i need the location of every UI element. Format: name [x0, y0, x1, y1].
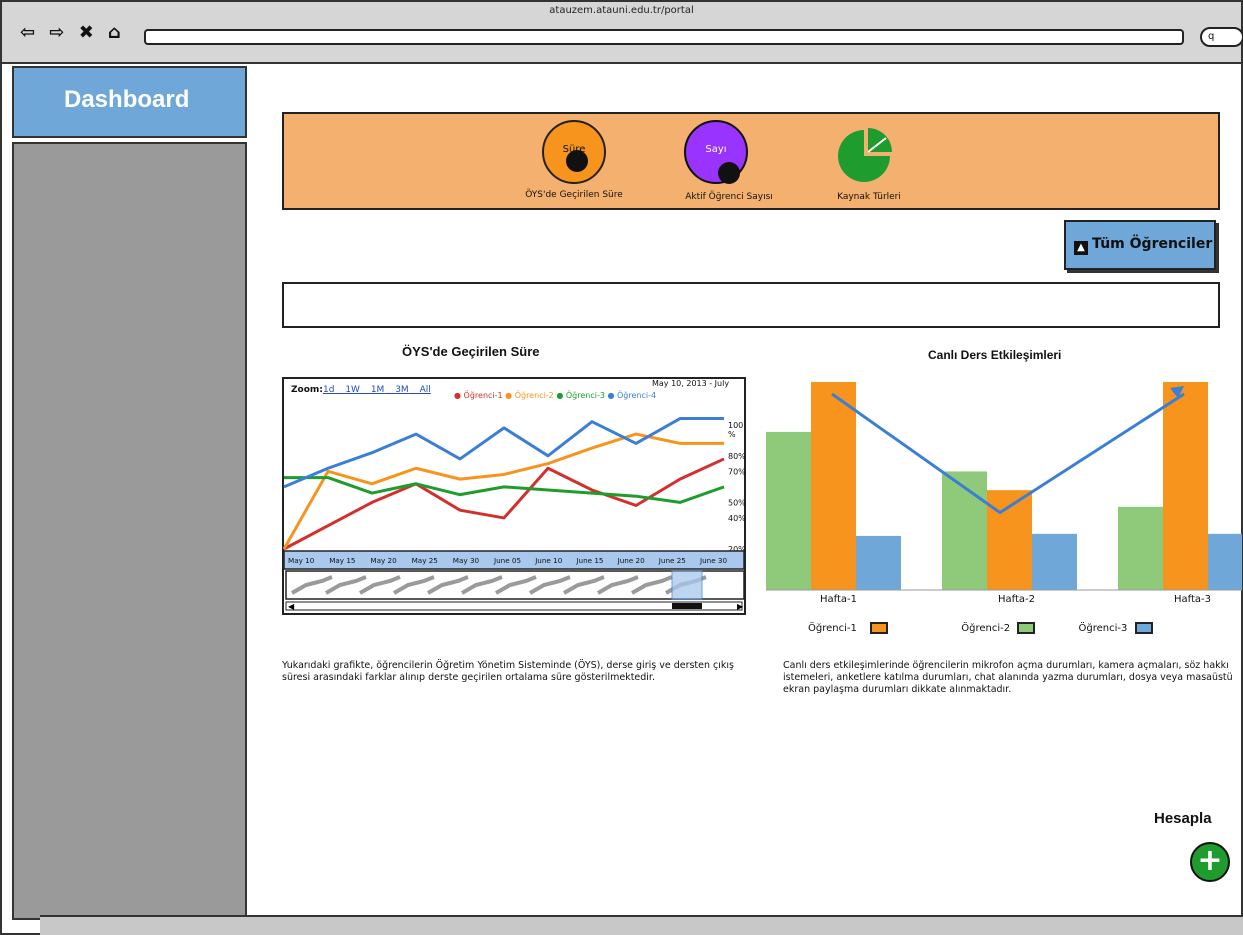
browser-nav-icons[interactable]: ⇦ ⇨ ✖ ⌂	[20, 22, 125, 43]
x-tick-label: May 10	[288, 556, 315, 565]
bar-chart[interactable]: Hafta-1 Hafta-2 Hafta-3	[764, 374, 1242, 606]
legend-dot-icon: ●	[556, 391, 564, 400]
legend-item: Öğrenci-3	[565, 391, 605, 400]
x-tick-label: Hafta-1	[820, 594, 857, 605]
metrics-panel: Süre ÖYS'de Geçirilen Süre Sayı Aktif Öğ…	[282, 112, 1220, 210]
date-range: May 10, 2013 - July	[652, 379, 730, 388]
metric-resource-types[interactable]: Kaynak Türleri	[814, 120, 924, 210]
bar	[766, 431, 811, 590]
legend-swatch	[1134, 622, 1153, 634]
gauge-icon: Sayı	[684, 120, 748, 184]
x-tick-label: Hafta-2	[998, 594, 1035, 605]
user-icon: ▲	[1074, 241, 1088, 255]
y-tick-label: 100	[728, 421, 743, 430]
x-tick-label: May 30	[453, 556, 480, 565]
legend-dot-icon: ●	[607, 391, 615, 400]
legend-item: Öğrenci-4	[617, 391, 657, 400]
x-tick-label: June 10	[534, 556, 563, 565]
x-tick-label: Hafta-3	[1174, 594, 1211, 605]
legend-item: Öğrenci-1	[463, 391, 503, 400]
left-chart-title: ÖYS'de Geçirilen Süre	[402, 344, 540, 359]
y-tick-label: 50%	[728, 498, 746, 507]
metric-active-students[interactable]: Sayı Aktif Öğrenci Sayısı	[664, 120, 794, 210]
sidebar-header: Dashboard	[12, 66, 247, 138]
x-tick-label: June 15	[575, 556, 603, 565]
gauge-icon: Süre	[542, 120, 606, 184]
left-chart-description: Yukarıdaki grafikte, öğrencilerin Öğreti…	[282, 660, 734, 683]
right-chart-description: Canlı ders etkileşimlerinde öğrencilerin…	[783, 660, 1233, 695]
zoom-3m[interactable]: 3M	[395, 385, 409, 395]
browser-chrome: atauzem.atauni.edu.tr/portal ⇦ ⇨ ✖ ⌂ q	[2, 2, 1243, 64]
legend-item: Öğrenci-3	[1078, 623, 1128, 634]
legend-item: Öğrenci-2	[514, 391, 554, 400]
zoom-all[interactable]: All	[420, 385, 431, 395]
line-chart[interactable]: 20%40%50%70%80%100% May 10 May 15 May 20 Ma…	[282, 377, 746, 615]
x-tick-label: June 20	[617, 556, 646, 565]
horizontal-scrollbar[interactable]	[40, 915, 1243, 935]
pie-chart-icon	[838, 128, 892, 182]
zoom-1d[interactable]: 1d	[323, 385, 334, 395]
x-tick-label: June 25	[658, 556, 686, 565]
bar	[1208, 533, 1242, 590]
sidebar	[12, 142, 247, 920]
x-tick-label: May 20	[370, 556, 397, 565]
bar	[1118, 506, 1163, 590]
bar	[856, 535, 901, 590]
legend-item: Öğrenci-2	[961, 623, 1011, 634]
bar	[811, 382, 856, 590]
svg-text:▶: ▶	[737, 602, 744, 611]
metric-label: ÖYS'de Geçirilen Süre	[525, 190, 623, 200]
x-tick-label: June 30	[699, 556, 728, 565]
x-tick-label: June 05	[493, 556, 521, 565]
y-tick-label: 80%	[728, 452, 746, 461]
legend-swatch	[870, 622, 889, 634]
x-tick-label: May 15	[329, 556, 355, 565]
y-tick-label: 70%	[728, 467, 746, 476]
zoom-1m[interactable]: 1M	[371, 385, 385, 395]
add-icon[interactable]: +	[1190, 842, 1230, 882]
search-icon[interactable]: q	[1200, 27, 1243, 47]
x-tick-label: May 25	[412, 556, 438, 565]
svg-text:◀: ◀	[288, 602, 295, 611]
address-bar[interactable]	[144, 29, 1184, 45]
metric-time-spent[interactable]: Süre ÖYS'de Geçirilen Süre	[504, 120, 644, 210]
y-tick-label: 40%	[728, 514, 746, 523]
metric-label: Kaynak Türleri	[837, 192, 901, 202]
bar	[1163, 382, 1208, 590]
all-students-button[interactable]: ▲ Tüm Öğrenciler	[1064, 220, 1216, 270]
zoom-options[interactable]: 1d 1W 1M 3M All	[323, 385, 431, 395]
sidebar-title: Dashboard	[64, 86, 190, 113]
bar-legend: Öğrenci-1 Öğrenci-2 Öğrenci-3	[808, 622, 1153, 634]
right-chart-title: Canlı Ders Etkileşimleri	[928, 348, 1062, 362]
filter-field[interactable]	[282, 282, 1220, 328]
bar	[1032, 533, 1077, 590]
zoom-1w[interactable]: 1W	[345, 385, 360, 395]
line-legend: ● Öğrenci-1 ● Öğrenci-2 ● Öğrenci-3 ● Öğ…	[454, 391, 656, 400]
browser-window: atauzem.atauni.edu.tr/portal ⇦ ⇨ ✖ ⌂ q D…	[0, 0, 1243, 935]
calculate-label: Hesapla	[1154, 810, 1212, 827]
legend-dot-icon: ●	[454, 391, 461, 400]
legend-swatch	[1017, 622, 1036, 634]
legend-item: Öğrenci-1	[808, 623, 857, 634]
all-students-label: Tüm Öğrenciler	[1092, 236, 1213, 252]
legend-dot-icon: ●	[505, 391, 513, 400]
metric-label: Aktif Öğrenci Sayısı	[685, 192, 773, 202]
page-url: atauzem.atauni.edu.tr/portal	[549, 5, 694, 16]
zoom-label: Zoom:	[291, 385, 323, 395]
y-tick-label: %	[728, 430, 736, 439]
